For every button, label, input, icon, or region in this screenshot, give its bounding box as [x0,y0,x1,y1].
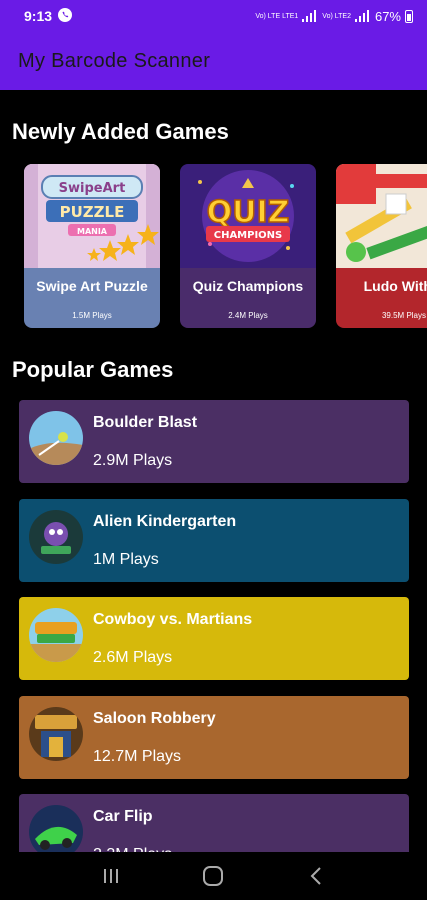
game-name: Car Flip [93,808,153,825]
new-games-carousel[interactable]: SwipeArt PUZZLE MANIA Swipe Art Puzzle 1… [24,164,427,328]
card-title: Swipe Art Puzzle [36,278,148,294]
card-body: Quiz Champions 2.4M Plays [180,268,316,328]
signal-icon [302,10,318,22]
boulder-blast-icon [29,411,83,465]
network-label: Vo) LTE LTE1 [255,12,299,20]
card-title: Ludo With F [363,278,427,294]
game-name: Cowboy vs. Martians [93,611,253,628]
ludo-art [336,164,427,268]
swipe-art-logo-2: PUZZLE [60,203,125,221]
signal-icon-2 [354,10,371,22]
back-icon[interactable] [296,856,336,896]
swipe-art-logo-1: SwipeArt [59,181,126,196]
battery-percent: 67% [374,8,401,24]
quiz-champions-art: QUIZ CHAMPIONS [180,164,316,268]
game-card[interactable]: SwipeArt PUZZLE MANIA Swipe Art Puzzle 1… [24,164,160,328]
game-plays: 12.7M Plays [93,748,182,765]
game-name: Saloon Robbery [93,710,216,727]
popular-game-item[interactable]: Cowboy vs. Martians 2.6M Plays [19,597,409,680]
home-icon[interactable] [193,856,233,896]
system-nav-bar [0,852,427,900]
app-title: My Barcode Scanner [18,49,211,72]
card-plays: 2.4M Plays [228,311,268,320]
app-bar: My Barcode Scanner [0,32,427,90]
newly-added-title: Newly Added Games [12,119,229,144]
alien-kindergarten-icon [29,510,83,564]
battery-icon [405,9,413,23]
popular-games-title: Popular Games [12,357,174,382]
card-body: Ludo With F 39.5M Plays [336,268,427,328]
car-flip-icon [29,805,83,859]
status-time: 9:13 [24,8,53,24]
quiz-logo-2: CHAMPIONS [214,230,283,241]
cowboy-vs-martians-icon [29,608,83,662]
swipe-art-logo-3: MANIA [77,227,108,236]
popular-game-item[interactable]: Alien Kindergarten 1M Plays [19,499,409,582]
status-bar: 9:13 Vo) LTE LTE1 Vo) LTE2 67% [0,0,427,32]
swipe-art-puzzle-art: SwipeArt PUZZLE MANIA [24,164,160,268]
game-plays: 2.6M Plays [93,649,173,666]
game-card[interactable]: QUIZ CHAMPIONS Quiz Champions 2.4M Plays [180,164,316,328]
game-card[interactable]: Ludo With F 39.5M Plays [336,164,427,328]
saloon-robbery-icon [29,707,83,761]
quiz-logo-1: QUIZ [207,195,290,230]
network-label-2: Vo) LTE2 [322,12,351,20]
card-body: Swipe Art Puzzle 1.5M Plays [24,268,160,328]
game-plays: 1M Plays [93,551,159,568]
popular-game-item[interactable]: Saloon Robbery 12.7M Plays [19,696,409,779]
call-icon [58,7,73,25]
popular-game-item[interactable]: Boulder Blast 2.9M Plays [19,400,409,483]
card-plays: 1.5M Plays [72,311,112,320]
card-title: Quiz Champions [192,278,304,294]
card-plays: 39.5M Plays [381,311,427,320]
game-name: Boulder Blast [93,414,198,431]
game-plays: 2.9M Plays [93,452,173,469]
recent-apps-icon[interactable] [91,856,131,896]
game-name: Alien Kindergarten [93,513,237,530]
